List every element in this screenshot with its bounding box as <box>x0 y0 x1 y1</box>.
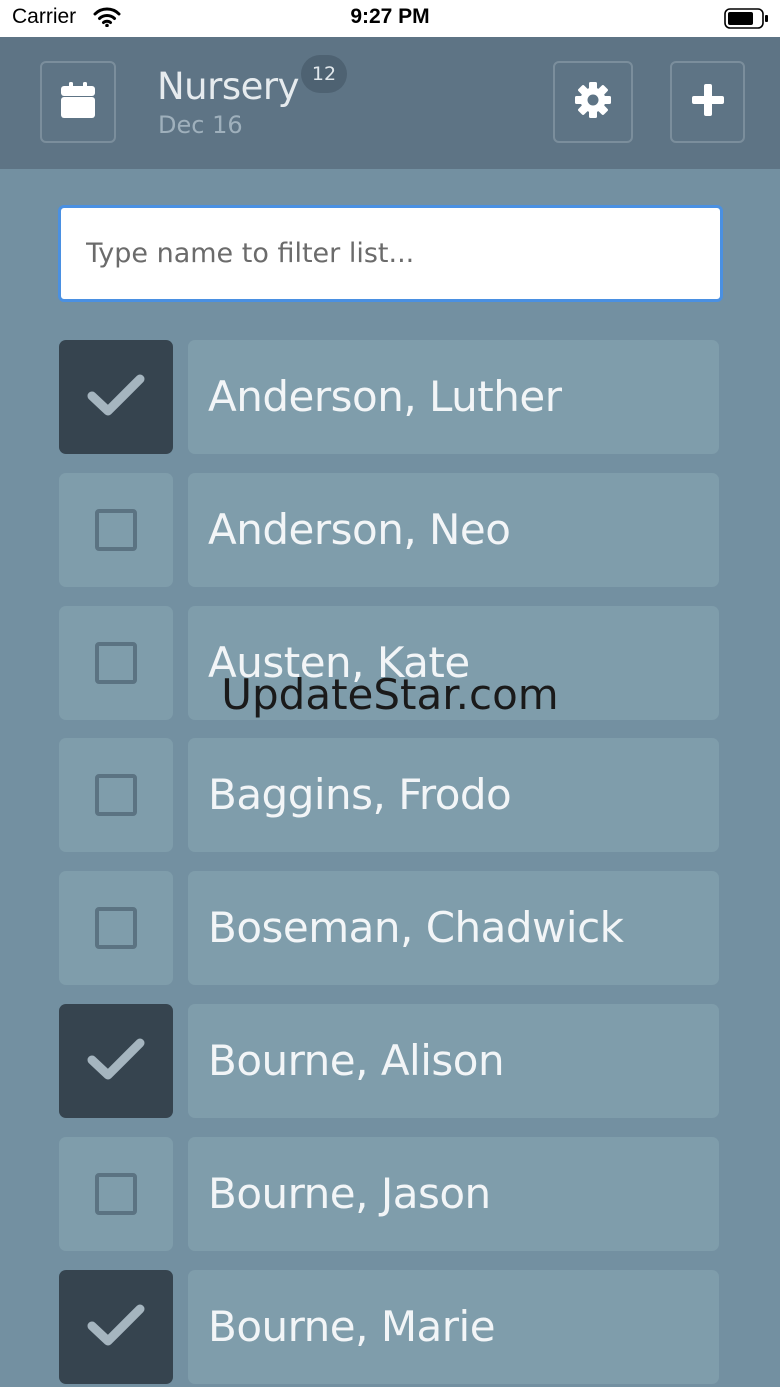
person-name-button[interactable]: Bourne, Alison <box>188 1004 719 1118</box>
calendar-button[interactable] <box>40 61 116 143</box>
attendance-checkbox[interactable] <box>59 1137 173 1251</box>
checkmark-icon <box>87 1037 145 1085</box>
empty-checkbox-icon <box>95 509 137 551</box>
attendance-checkbox[interactable] <box>59 871 173 985</box>
list-item: Bourne, Jason <box>59 1137 719 1251</box>
person-name-button[interactable]: Anderson, Luther <box>188 340 719 454</box>
empty-checkbox-icon <box>95 1173 137 1215</box>
watermark: UpdateStar.com <box>221 670 559 719</box>
gear-icon <box>574 81 612 123</box>
attendance-checkbox[interactable] <box>59 738 173 852</box>
empty-checkbox-icon <box>95 774 137 816</box>
status-time: 9:27 PM <box>350 5 430 28</box>
list-item: Anderson, Luther <box>59 340 719 454</box>
person-name-button[interactable]: Baggins, Frodo <box>188 738 719 852</box>
count-badge: 12 <box>301 55 347 93</box>
attendance-checkbox[interactable] <box>59 473 173 587</box>
page-title: Nursery <box>157 65 300 108</box>
attendance-checkbox[interactable] <box>59 1004 173 1118</box>
person-name-button[interactable]: Bourne, Marie <box>188 1270 719 1384</box>
person-name-button[interactable]: Bourne, Jason <box>188 1137 719 1251</box>
status-bar: Carrier 9:27 PM <box>0 0 780 37</box>
person-name-button[interactable]: Boseman, Chadwick <box>188 871 719 985</box>
plus-icon <box>691 83 725 121</box>
list-item: Baggins, Frodo <box>59 738 719 852</box>
list-item: Anderson, Neo <box>59 473 719 587</box>
checkmark-icon <box>87 373 145 421</box>
page-date: Dec 16 <box>158 111 243 139</box>
calendar-icon <box>60 81 96 123</box>
empty-checkbox-icon <box>95 907 137 949</box>
filter-input[interactable] <box>58 205 723 302</box>
app-header: Nursery 12 Dec 16 <box>0 37 780 169</box>
attendance-checkbox[interactable] <box>59 1270 173 1384</box>
settings-button[interactable] <box>553 61 633 143</box>
checkmark-icon <box>87 1303 145 1351</box>
list-item: Boseman, Chadwick <box>59 871 719 985</box>
list-item: Bourne, Marie <box>59 1270 719 1384</box>
add-button[interactable] <box>670 61 745 143</box>
person-name-button[interactable]: Anderson, Neo <box>188 473 719 587</box>
list-item: Bourne, Alison <box>59 1004 719 1118</box>
battery-icon <box>724 8 770 34</box>
attendance-checkbox[interactable] <box>59 340 173 454</box>
